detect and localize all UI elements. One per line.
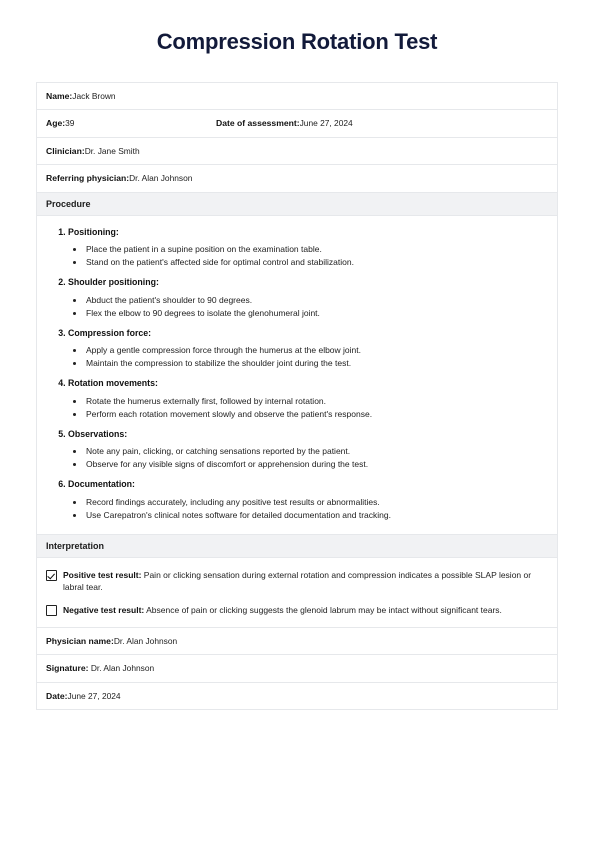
checkbox-unchecked-icon[interactable] bbox=[46, 604, 57, 616]
interpretation-option-description: Absence of pain or clicking suggests the… bbox=[144, 604, 502, 615]
interpretation-option[interactable]: Positive test result: Pain or clicking s… bbox=[46, 569, 546, 594]
procedure-bullet: Observe for any visible signs of discomf… bbox=[85, 458, 548, 471]
procedure-bullet: Perform each rotation movement slowly an… bbox=[85, 408, 548, 421]
interpretation-option[interactable]: Negative test result: Absence of pain or… bbox=[46, 604, 546, 616]
interpretation-option-text: Negative test result: Absence of pain or… bbox=[63, 604, 546, 616]
interpretation-option-label: Negative test result: bbox=[63, 604, 145, 615]
clinician-value[interactable]: Dr. Jane Smith bbox=[85, 146, 140, 156]
checkbox-checked-icon[interactable] bbox=[46, 570, 57, 581]
section-body-interpretation: Positive test result: Pain or clicking s… bbox=[37, 558, 557, 628]
procedure-step-bullets: Rotate the humerus externally first, fol… bbox=[68, 395, 548, 421]
section-header-procedure: Procedure bbox=[37, 192, 557, 216]
procedure-step: Shoulder positioning: Abduct the patient'… bbox=[68, 276, 548, 320]
procedure-step-title: Shoulder positioning: bbox=[68, 277, 159, 288]
clinician-label: Clinician: bbox=[46, 145, 85, 156]
procedure-step: Compression force: Apply a gentle compres… bbox=[68, 327, 548, 371]
procedure-step-title: Observations: bbox=[68, 428, 128, 439]
signature-label: Signature: bbox=[46, 663, 89, 674]
procedure-step: Positioning: Place the patient in a supin… bbox=[68, 226, 548, 270]
physician-name-label: Physician name: bbox=[46, 635, 114, 646]
field-row-referring-physician: Referring physician:Dr. Alan Johnson bbox=[37, 165, 557, 193]
procedure-bullet: Record findings accurately, including an… bbox=[85, 496, 548, 509]
procedure-step: Rotation movements: Rotate the humerus ex… bbox=[68, 377, 548, 421]
age-field: Age:39 bbox=[46, 117, 216, 129]
date-of-assessment-field: Date of assessment:June 27, 2024 bbox=[216, 117, 557, 129]
procedure-bullet: Maintain the compression to stabilize th… bbox=[85, 357, 548, 370]
section-body-procedure: Positioning: Place the patient in a supin… bbox=[37, 216, 557, 535]
form-table: Name:Jack Brown Age:39 Date of assessmen… bbox=[36, 82, 558, 711]
age-label: Age: bbox=[46, 118, 66, 129]
procedure-bullet: Place the patient in a supine position o… bbox=[85, 243, 548, 256]
name-value[interactable]: Jack Brown bbox=[72, 91, 115, 101]
name-label: Name: bbox=[46, 91, 73, 101]
date-value[interactable]: June 27, 2024 bbox=[68, 691, 121, 701]
procedure-step-bullets: Record findings accurately, including an… bbox=[68, 496, 548, 522]
procedure-step-title: Positioning: bbox=[68, 226, 119, 237]
section-header-interpretation: Interpretation bbox=[37, 535, 557, 558]
page-title: Compression Rotation Test bbox=[156, 29, 438, 54]
referring-physician-label: Referring physician: bbox=[46, 173, 130, 184]
document-page: Compression Rotation Test Name:Jack Brow… bbox=[0, 0, 594, 841]
procedure-step: Documentation: Record findings accurately… bbox=[68, 478, 548, 522]
field-row-name: Name:Jack Brown bbox=[37, 83, 557, 111]
procedure-step-bullets: Place the patient in a supine position o… bbox=[68, 243, 548, 269]
referring-physician-value[interactable]: Dr. Alan Johnson bbox=[129, 173, 192, 183]
date-of-assessment-label: Date of assessment: bbox=[216, 118, 300, 129]
field-row-physician-name: Physician name:Dr. Alan Johnson bbox=[37, 628, 557, 656]
procedure-bullet: Apply a gentle compression force through… bbox=[85, 344, 548, 357]
field-row-date: Date:June 27, 2024 bbox=[37, 683, 557, 711]
age-value[interactable]: 39 bbox=[65, 118, 74, 128]
procedure-step-bullets: Abduct the patient's shoulder to 90 degr… bbox=[68, 294, 548, 320]
procedure-step-list: Positioning: Place the patient in a supin… bbox=[46, 226, 548, 522]
procedure-step: Observations: Note any pain, clicking, or… bbox=[68, 428, 548, 472]
procedure-step-title: Compression force: bbox=[68, 327, 152, 338]
field-row-clinician: Clinician:Dr. Jane Smith bbox=[37, 138, 557, 166]
date-of-assessment-value[interactable]: June 27, 2024 bbox=[300, 118, 353, 128]
interpretation-option-label: Positive test result: bbox=[63, 570, 142, 580]
signature-value[interactable]: Dr. Alan Johnson bbox=[89, 663, 154, 673]
procedure-bullet: Stand on the patient's affected side for… bbox=[85, 256, 548, 269]
physician-name-value[interactable]: Dr. Alan Johnson bbox=[114, 636, 177, 646]
procedure-bullet: Use Carepatron's clinical notes software… bbox=[85, 509, 548, 522]
procedure-bullet: Note any pain, clicking, or catching sen… bbox=[85, 445, 548, 458]
procedure-bullet: Rotate the humerus externally first, fol… bbox=[85, 395, 548, 408]
procedure-step-title: Rotation movements: bbox=[68, 378, 158, 389]
interpretation-option-text: Positive test result: Pain or clicking s… bbox=[63, 569, 546, 594]
procedure-step-title: Documentation: bbox=[68, 479, 135, 490]
field-row-age-date: Age:39 Date of assessment:June 27, 2024 bbox=[37, 110, 557, 138]
procedure-step-bullets: Apply a gentle compression force through… bbox=[68, 344, 548, 370]
procedure-step-bullets: Note any pain, clicking, or catching sen… bbox=[68, 445, 548, 471]
procedure-bullet: Flex the elbow to 90 degrees to isolate … bbox=[85, 307, 548, 320]
date-label: Date: bbox=[46, 690, 68, 701]
field-row-signature: Signature: Dr. Alan Johnson bbox=[37, 655, 557, 683]
procedure-bullet: Abduct the patient's shoulder to 90 degr… bbox=[85, 294, 548, 307]
